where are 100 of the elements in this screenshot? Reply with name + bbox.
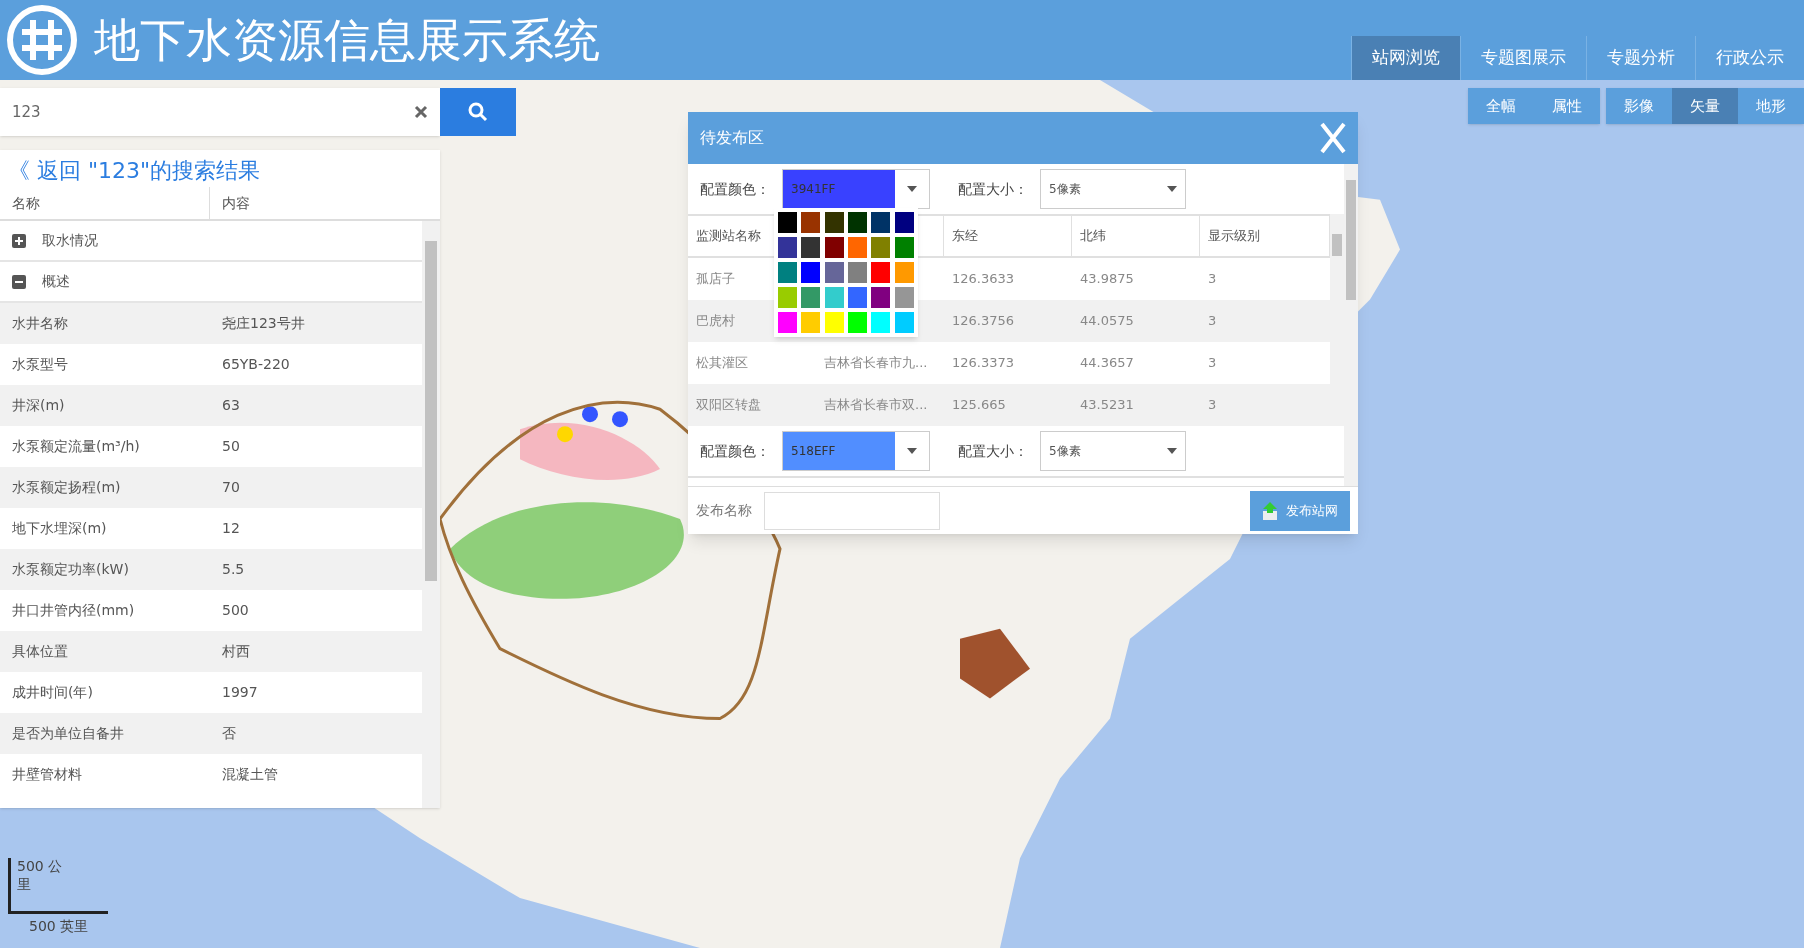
color-swatch[interactable] xyxy=(801,237,821,258)
dialog-title: 待发布区 xyxy=(700,127,764,149)
upload-icon xyxy=(1262,501,1278,520)
property-value: 村西 xyxy=(221,642,251,661)
table-cell-text: 126.3633 xyxy=(952,270,1015,289)
color-swatch[interactable] xyxy=(824,237,844,258)
property-name: 具体位置 xyxy=(11,642,69,661)
table-cell-text: 孤店子 xyxy=(696,270,735,289)
section-header[interactable]: 取水情况 xyxy=(0,221,422,262)
color-swatch[interactable] xyxy=(894,287,914,308)
caret-icon xyxy=(907,186,917,192)
color-value: 3941FF xyxy=(783,170,895,208)
table-cell-text: 44.3657 xyxy=(1080,354,1134,373)
color-swatch[interactable] xyxy=(894,262,914,283)
map-tool-button[interactable]: 地形 xyxy=(1738,88,1804,124)
property-name: 是否为单位自备井 xyxy=(11,724,125,743)
color-swatch[interactable] xyxy=(778,312,797,333)
property-name: 水井名称 xyxy=(11,314,69,333)
color-swatch[interactable] xyxy=(824,212,844,233)
table-cell-text: 双阳区转盘 xyxy=(696,396,761,415)
well-logo-icon xyxy=(6,4,78,76)
color-swatch[interactable] xyxy=(848,312,867,333)
color-swatch[interactable] xyxy=(824,262,844,283)
color-swatch[interactable] xyxy=(778,237,797,258)
property-name: 水泵型号 xyxy=(11,355,69,374)
color-dropdown[interactable]: 3941FF xyxy=(782,169,930,209)
color-swatch[interactable] xyxy=(778,212,797,233)
nav-tab[interactable]: 站网浏览 xyxy=(1351,36,1460,80)
column-header: 内容 xyxy=(221,193,251,213)
color-swatch[interactable] xyxy=(848,212,867,233)
size-label: 配置大小： xyxy=(958,179,1028,199)
property-name: 井壁管材料 xyxy=(11,765,83,784)
map-tool-button[interactable]: 属性 xyxy=(1534,88,1600,124)
column-header: 监测站名称 xyxy=(696,227,761,246)
column-header: 北纬 xyxy=(1080,227,1106,246)
search-field[interactable]: 123 xyxy=(12,100,414,124)
table-cell-text: 3 xyxy=(1208,270,1217,289)
back-link[interactable]: 《 返回 "123"的搜索结果 xyxy=(0,150,440,187)
color-swatch[interactable] xyxy=(848,262,867,283)
table-cell-text: 43.5231 xyxy=(1080,396,1134,415)
table-cell-text: 125.665 xyxy=(952,396,1006,415)
size-dropdown[interactable]: 5像素 xyxy=(1040,431,1186,471)
column-header: 名称 xyxy=(0,187,210,219)
search-bar[interactable]: 123 xyxy=(0,88,440,136)
publish-button[interactable]: 发布站网 xyxy=(1250,490,1350,531)
color-value: 518EFF xyxy=(783,432,895,470)
property-value: 混凝土管 xyxy=(221,765,279,784)
property-name: 水泵额定扬程(m) xyxy=(11,478,122,497)
station-dot[interactable] xyxy=(582,406,598,423)
table-cell-text: 3 xyxy=(1208,354,1217,373)
map-tool-button[interactable]: 影像 xyxy=(1606,88,1672,124)
color-swatch[interactable] xyxy=(801,212,821,233)
color-swatch[interactable] xyxy=(894,312,914,333)
color-swatch[interactable] xyxy=(871,237,891,258)
publish-name-field[interactable] xyxy=(764,491,940,530)
color-swatch[interactable] xyxy=(801,287,821,308)
color-swatch[interactable] xyxy=(871,312,891,333)
table-cell-text: 松其灌区 xyxy=(696,354,748,373)
color-swatch[interactable] xyxy=(894,237,914,258)
color-swatch[interactable] xyxy=(848,237,867,258)
color-swatch[interactable] xyxy=(801,262,821,283)
close-icon[interactable] xyxy=(1320,122,1346,154)
color-swatch[interactable] xyxy=(871,262,891,283)
table-cell-text: 126.3373 xyxy=(952,354,1015,373)
property-value: 12 xyxy=(221,519,241,538)
property-name: 井深(m) xyxy=(11,396,66,415)
property-value: 63 xyxy=(221,396,241,415)
color-dropdown[interactable]: 518EFF xyxy=(782,431,930,471)
station-dot[interactable] xyxy=(612,411,628,428)
color-label: 配置颜色： xyxy=(700,441,770,461)
publish-name-label: 发布名称 xyxy=(696,501,752,520)
caret-icon xyxy=(907,448,917,454)
color-swatch[interactable] xyxy=(824,312,844,333)
table-cell-text: 吉林省长春市双... xyxy=(824,396,928,415)
color-swatch[interactable] xyxy=(871,287,891,308)
map-tool-button[interactable]: 全幅 xyxy=(1468,88,1534,124)
color-swatch[interactable] xyxy=(824,287,844,308)
property-value: 5.5 xyxy=(221,560,246,579)
caret-icon xyxy=(1167,448,1177,454)
clear-icon[interactable] xyxy=(414,105,428,119)
collapse-icon xyxy=(12,274,26,289)
table-cell-text: 3 xyxy=(1208,312,1217,331)
color-swatch[interactable] xyxy=(801,312,821,333)
color-label: 配置颜色： xyxy=(700,179,770,199)
map-tool-button[interactable]: 矢量 xyxy=(1672,88,1738,124)
color-swatch[interactable] xyxy=(778,287,797,308)
column-header: 显示级别 xyxy=(1208,227,1260,246)
search-button[interactable] xyxy=(440,88,516,136)
property-value: 50 xyxy=(221,437,241,456)
color-swatch[interactable] xyxy=(778,262,797,283)
property-value: 500 xyxy=(221,601,250,620)
scale-label: 500 英里 xyxy=(29,917,89,936)
color-swatch[interactable] xyxy=(871,212,891,233)
property-name: 水泵额定功率(kW) xyxy=(11,560,130,579)
size-dropdown[interactable]: 5像素 xyxy=(1040,169,1186,209)
station-dot[interactable] xyxy=(557,426,573,443)
property-name: 地下水埋深(m) xyxy=(11,519,108,538)
table-cell-text: 44.0575 xyxy=(1080,312,1134,331)
color-swatch[interactable] xyxy=(894,212,914,233)
color-swatch[interactable] xyxy=(848,287,867,308)
